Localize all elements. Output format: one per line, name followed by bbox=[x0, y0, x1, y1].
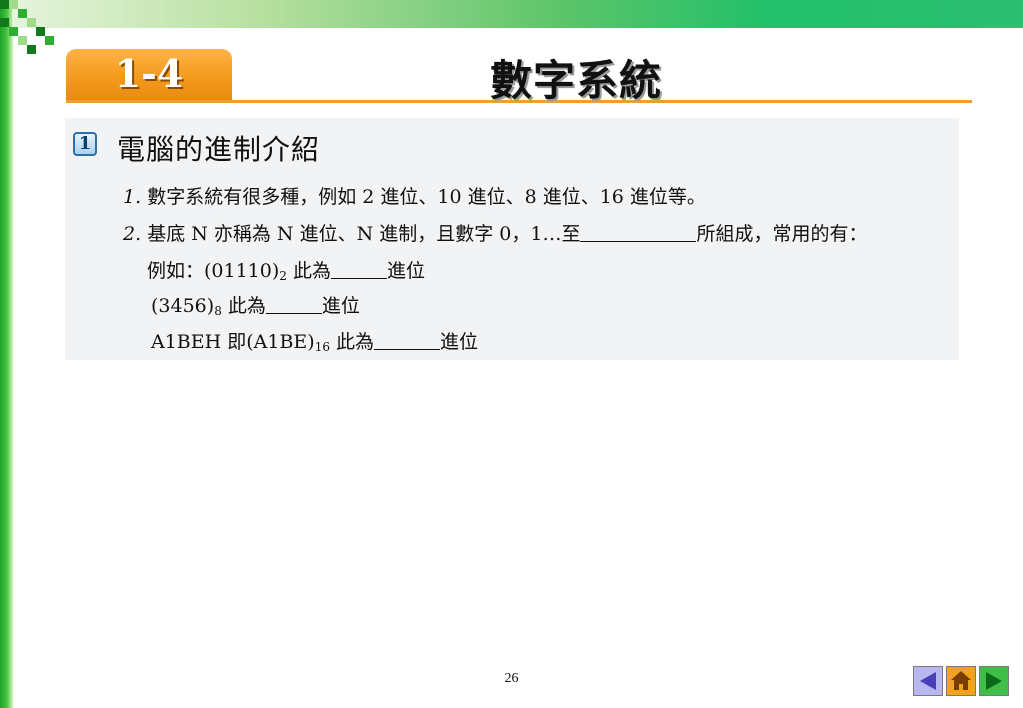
example-line-1: 例如：(01110)2 此為 進位 bbox=[147, 256, 425, 283]
list-item-1: 1. 數字系統有很多種，例如 2 進位、10 進位、8 進位、16 進位等。 bbox=[123, 182, 706, 209]
answer-blank[interactable] bbox=[374, 331, 441, 350]
top-decor-bar bbox=[0, 0, 1023, 28]
example-line-3: A1BEH 即(A1BE)16 此為 進位 bbox=[151, 327, 478, 354]
answer-blank[interactable] bbox=[580, 223, 697, 242]
section-tab: 1-4 bbox=[66, 49, 232, 101]
section-number: 1-4 bbox=[114, 51, 184, 96]
answer-blank[interactable] bbox=[265, 295, 322, 314]
example-mid: 此為 bbox=[330, 331, 375, 353]
example-suffix: 進位 bbox=[321, 295, 360, 317]
answer-blank[interactable] bbox=[330, 260, 387, 279]
example-subscript: 16 bbox=[314, 340, 330, 354]
home-icon bbox=[951, 671, 971, 690]
section-heading: 電腦的進制介紹 bbox=[117, 133, 321, 166]
example-subscript: 8 bbox=[214, 304, 222, 318]
left-decor-bar bbox=[0, 0, 14, 708]
page-title: 數字系統 bbox=[490, 56, 663, 105]
example-prefix: (3456) bbox=[151, 295, 215, 317]
example-mid: 此為 bbox=[221, 295, 266, 317]
page-number: 26 bbox=[504, 671, 519, 686]
list-number: 1. bbox=[123, 186, 142, 208]
list-text-after: 所組成，常用的有： bbox=[696, 223, 868, 245]
example-suffix: 進位 bbox=[386, 260, 425, 282]
example-subscript: 2 bbox=[279, 269, 287, 283]
example-prefix: 例如：(01110) bbox=[147, 260, 280, 282]
example-prefix: A1BEH 即(A1BE) bbox=[151, 331, 315, 353]
prev-slide-button[interactable] bbox=[913, 666, 943, 696]
example-suffix: 進位 bbox=[440, 331, 479, 353]
list-text: 基底 N 亦稱為 N 進位、N 進制，且數字 0，1…至 bbox=[147, 223, 581, 245]
section-badge: 1 bbox=[73, 132, 97, 156]
next-slide-button[interactable] bbox=[979, 666, 1009, 696]
list-number: 2. bbox=[123, 223, 142, 245]
triangle-left-icon bbox=[920, 672, 936, 690]
triangle-right-icon bbox=[986, 672, 1002, 690]
example-line-2: (3456)8 此為 進位 bbox=[151, 291, 360, 318]
list-text: 數字系統有很多種，例如 2 進位、10 進位、8 進位、16 進位等。 bbox=[147, 186, 706, 208]
list-item-2: 2. 基底 N 亦稱為 N 進位、N 進制，且數字 0，1…至 所組成，常用的有： bbox=[123, 219, 868, 246]
home-button[interactable] bbox=[946, 666, 976, 696]
example-mid: 此為 bbox=[286, 260, 331, 282]
